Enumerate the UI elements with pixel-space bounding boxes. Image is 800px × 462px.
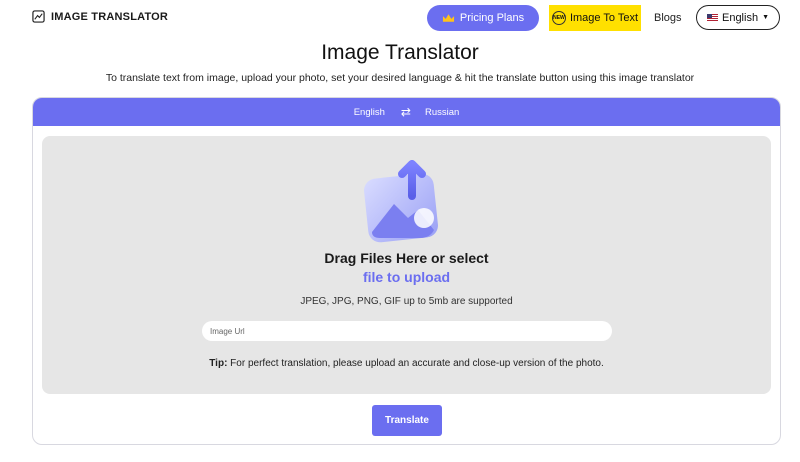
tip-label: Tip: (209, 358, 228, 369)
tip-message: For perfect translation, please upload a… (227, 358, 604, 369)
target-language-selector[interactable]: Russian (425, 107, 459, 118)
file-upload-link[interactable]: file to upload (42, 269, 771, 285)
logo-text: IMAGE TRANSLATOR (51, 10, 169, 23)
crown-icon (442, 14, 454, 22)
language-label: English (721, 11, 759, 24)
new-badge-icon: NEW (551, 11, 566, 25)
blogs-link[interactable]: Blogs (654, 12, 682, 24)
image-to-text-button[interactable]: NEW Image To Text (549, 5, 641, 31)
logo[interactable]: IMAGE TRANSLATOR (32, 10, 168, 23)
image-to-text-label: Image To Text (569, 12, 639, 24)
drag-files-text: Drag Files Here or select (324, 250, 489, 266)
tip-text: Tip: For perfect translation, please upl… (42, 358, 771, 369)
language-selector[interactable]: English ▼ (696, 5, 780, 30)
upload-dropzone[interactable]: Drag Files Here or select file to upload… (42, 136, 771, 394)
caret-down-icon: ▼ (762, 14, 769, 21)
logo-icon (32, 10, 45, 23)
page-subtitle: To translate text from image, upload you… (105, 72, 695, 84)
us-flag-icon (706, 14, 718, 21)
navbar: IMAGE TRANSLATOR Pricing Plans NEW Image… (0, 0, 800, 36)
upload-image-icon (364, 160, 438, 243)
pricing-plans-button[interactable]: Pricing Plans (427, 5, 539, 31)
translator-card: English ⇄ Russian Drag Files Here or sel… (32, 97, 781, 445)
swap-languages-icon[interactable]: ⇄ (401, 105, 411, 119)
image-url-input[interactable] (202, 321, 612, 341)
source-language-selector[interactable]: English (354, 107, 385, 118)
pricing-plans-label: Pricing Plans (459, 12, 525, 24)
translate-button[interactable]: Translate (372, 405, 442, 436)
supported-formats-text: JPEG, JPG, PNG, GIF up to 5mb are suppor… (300, 296, 513, 307)
language-bar: English ⇄ Russian (33, 98, 780, 126)
page-title: Image Translator (321, 41, 479, 64)
